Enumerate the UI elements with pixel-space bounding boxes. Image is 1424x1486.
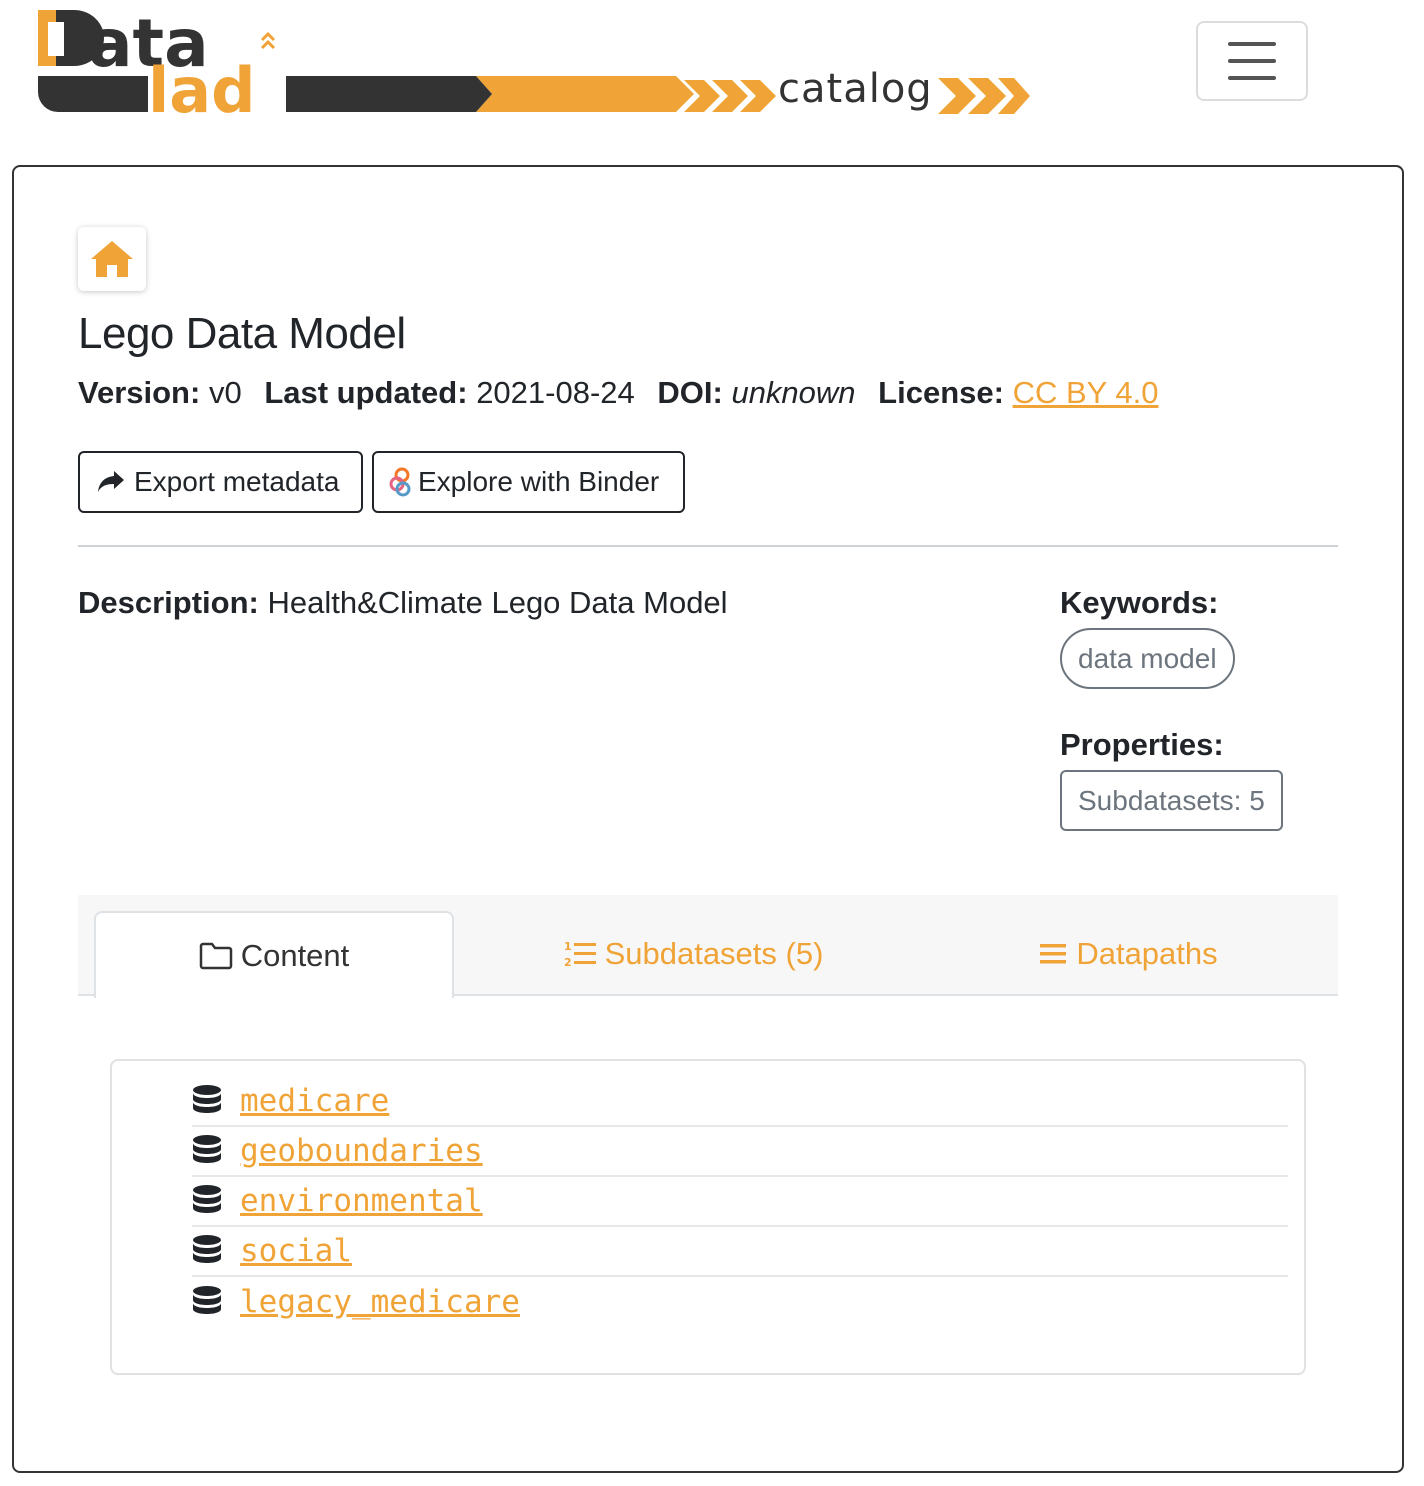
tab-subdatasets-label: Subdatasets (5) xyxy=(604,935,824,971)
tab-subdatasets[interactable]: 1 2 Subdatasets (5) xyxy=(498,911,888,996)
database-icon xyxy=(193,1135,221,1163)
ordered-list-icon: 1 2 xyxy=(564,940,596,969)
database-icon xyxy=(193,1286,221,1314)
list-item: legacy_medicare xyxy=(192,1277,1288,1327)
export-metadata-label: Export metadata xyxy=(134,466,340,497)
subdataset-link-geoboundaries[interactable]: geoboundaries xyxy=(240,1133,483,1169)
database-icon xyxy=(193,1085,221,1113)
subdataset-link-medicare[interactable]: medicare xyxy=(240,1083,389,1119)
datalad-catalog-logo[interactable]: ata lad catalog xyxy=(36,4,1036,120)
description-text: Health&Climate Lego Data Model xyxy=(267,585,728,620)
logo-catalog-text: catalog xyxy=(778,66,933,112)
export-metadata-button[interactable]: Export metadata xyxy=(78,451,363,513)
svg-text:1: 1 xyxy=(564,940,572,953)
list-item: environmental xyxy=(192,1177,1288,1227)
hamburger-menu-icon xyxy=(1228,42,1276,46)
tab-content[interactable]: Content xyxy=(94,911,454,998)
description: Description: Health&Climate Lego Data Mo… xyxy=(78,585,728,621)
tabs-bar: Content 1 2 Subdatasets (5) Datapaths xyxy=(78,895,1338,998)
section-divider xyxy=(78,545,1338,547)
list-item: medicare xyxy=(192,1077,1288,1127)
home-icon xyxy=(91,241,133,277)
license-label: License: xyxy=(878,375,1004,410)
svg-text:lad: lad xyxy=(148,54,255,120)
dataset-meta: Version: v0 Last updated: 2021-08-24 DOI… xyxy=(78,375,1158,411)
doi-label: DOI: xyxy=(657,375,723,410)
tab-datapaths[interactable]: Datapaths xyxy=(978,911,1278,996)
list-item: geoboundaries xyxy=(192,1127,1288,1177)
list-icon xyxy=(1040,943,1067,963)
menu-toggle-button[interactable] xyxy=(1196,21,1308,101)
share-icon xyxy=(98,471,124,492)
content-list: medicare geoboundaries environmental soc… xyxy=(110,1059,1306,1375)
database-icon xyxy=(193,1185,221,1213)
database-icon xyxy=(193,1235,221,1263)
keyword-badge[interactable]: data model xyxy=(1060,628,1235,689)
tab-datapaths-label: Datapaths xyxy=(1076,935,1218,971)
keywords-label: Keywords: xyxy=(1060,585,1219,620)
properties-label: Properties: xyxy=(1060,727,1224,762)
hamburger-menu-icon xyxy=(1228,76,1276,80)
license-link[interactable]: CC BY 4.0 xyxy=(1013,375,1159,410)
description-label: Description: xyxy=(78,585,259,620)
explore-binder-button[interactable]: Explore with Binder xyxy=(372,451,685,513)
updated-value: 2021-08-24 xyxy=(476,375,635,410)
page-title: Lego Data Model xyxy=(78,309,406,358)
svg-text:2: 2 xyxy=(564,956,572,969)
folder-icon xyxy=(199,942,232,969)
updated-label: Last updated: xyxy=(264,375,468,410)
list-item: social xyxy=(192,1227,1288,1277)
version-value: v0 xyxy=(208,375,242,410)
subdataset-link-environmental[interactable]: environmental xyxy=(240,1183,483,1219)
hamburger-menu-icon xyxy=(1228,59,1276,63)
doi-value: unknown xyxy=(731,375,856,410)
dataset-card: Lego Data Model Version: v0 Last updated… xyxy=(12,165,1404,1473)
home-button[interactable] xyxy=(78,227,146,291)
subdataset-link-social[interactable]: social xyxy=(240,1233,352,1269)
binder-icon xyxy=(389,467,411,497)
explore-binder-label: Explore with Binder xyxy=(418,466,660,497)
header: ata lad catalog xyxy=(0,0,1424,150)
subdataset-link-legacy-medicare[interactable]: legacy_medicare xyxy=(240,1284,520,1320)
tab-content-label: Content xyxy=(240,937,350,973)
subdatasets-count-badge: Subdatasets: 5 xyxy=(1060,770,1283,831)
version-label: Version: xyxy=(78,375,201,410)
